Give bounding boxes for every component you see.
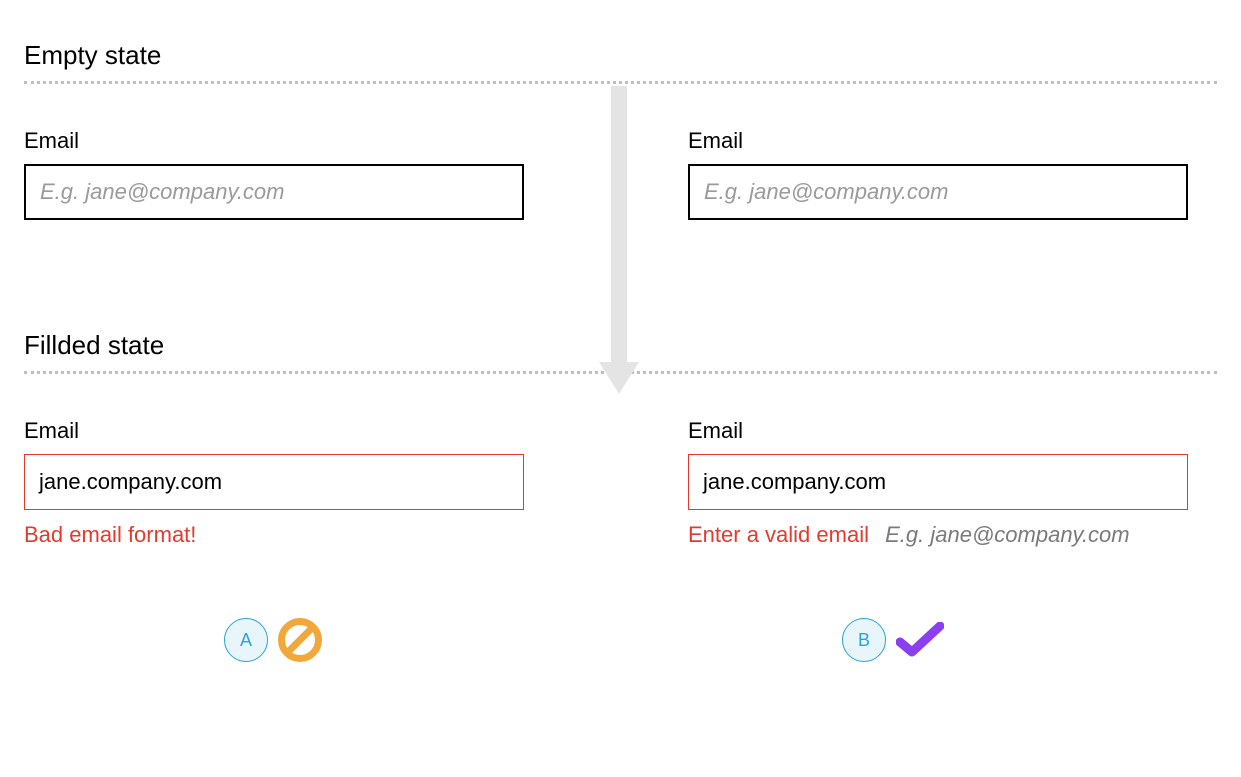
field-label: Email bbox=[24, 418, 524, 444]
variant-badge-b: B bbox=[842, 618, 886, 662]
section-title-filled: Fillded state bbox=[24, 330, 1217, 361]
email-field[interactable]: jane.company.com bbox=[688, 454, 1188, 510]
section-title-empty: Empty state bbox=[24, 40, 1217, 71]
error-message: Enter a valid email E.g. jane@company.co… bbox=[688, 522, 1188, 548]
divider bbox=[24, 371, 1217, 374]
error-hint: E.g. jane@company.com bbox=[885, 522, 1129, 547]
field-label: Email bbox=[688, 418, 1188, 444]
field-label: Email bbox=[688, 128, 1188, 154]
email-field[interactable]: E.g. jane@company.com bbox=[688, 164, 1188, 220]
check-icon bbox=[896, 622, 944, 658]
prohibit-icon bbox=[278, 618, 322, 662]
variant-badge-a: A bbox=[224, 618, 268, 662]
error-message: Bad email format! bbox=[24, 522, 524, 548]
error-text: Bad email format! bbox=[24, 522, 196, 547]
field-label: Email bbox=[24, 128, 524, 154]
email-field[interactable]: E.g. jane@company.com bbox=[24, 164, 524, 220]
divider bbox=[24, 81, 1217, 84]
error-text: Enter a valid email bbox=[688, 522, 869, 547]
email-field[interactable]: jane.company.com bbox=[24, 454, 524, 510]
